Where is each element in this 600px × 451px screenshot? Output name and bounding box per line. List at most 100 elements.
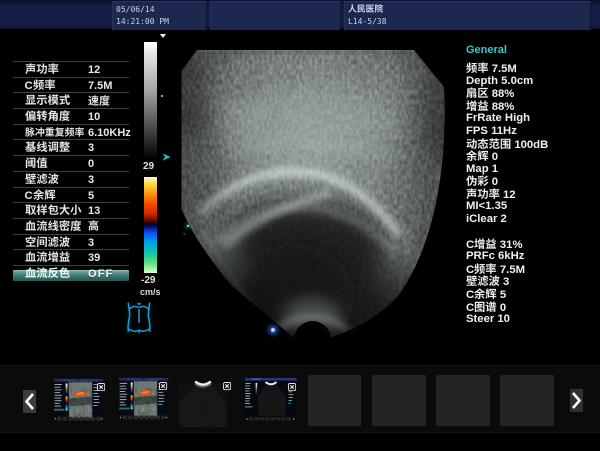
parameter-value bbox=[88, 219, 99, 235]
info-row: iClear 2 bbox=[466, 213, 507, 226]
gray-bar-dot bbox=[161, 95, 164, 98]
parameter-label bbox=[25, 250, 70, 266]
ultrasound-fan-region bbox=[141, 38, 482, 392]
velocity-scale-max: 29 bbox=[143, 161, 154, 172]
x-icon bbox=[97, 383, 105, 391]
info-row: 0 bbox=[466, 175, 498, 188]
parameter-row[interactable]: 3 bbox=[13, 139, 129, 155]
info-row: 0 bbox=[466, 150, 498, 163]
body-marker-icon[interactable] bbox=[125, 301, 153, 335]
info-row: Steer 10 bbox=[466, 313, 510, 326]
parameter-row[interactable]: C5 bbox=[13, 187, 129, 203]
parameter-value: 7.5M bbox=[88, 78, 112, 94]
parameter-row[interactable]: 39 bbox=[13, 249, 129, 265]
parameter-value: 39 bbox=[88, 250, 100, 266]
filmstrip-next-button[interactable] bbox=[570, 389, 583, 412]
parameter-label bbox=[25, 125, 84, 141]
parameter-value bbox=[88, 93, 110, 109]
parameter-row[interactable]: 3 bbox=[13, 171, 129, 187]
x-icon bbox=[288, 383, 296, 391]
parameter-label bbox=[25, 156, 48, 172]
x-icon bbox=[159, 382, 167, 390]
parameter-value: 12 bbox=[88, 62, 100, 78]
parameter-value: 3 bbox=[88, 235, 94, 251]
parameter-row[interactable]: C 7.5M bbox=[13, 77, 129, 93]
time-text: 14:21:00 PM bbox=[116, 17, 169, 26]
info-row: 3 bbox=[466, 275, 509, 288]
parameter-label bbox=[25, 93, 70, 109]
info-row: C 7.5M bbox=[466, 263, 525, 276]
focus-marker-icon bbox=[160, 34, 166, 38]
filmstrip-empty-slot bbox=[436, 375, 490, 426]
parameter-value: 5 bbox=[88, 188, 94, 204]
parameter-row[interactable]: 13 bbox=[13, 202, 129, 218]
velocity-scale-unit: cm/s bbox=[140, 287, 161, 297]
chevron-right-icon bbox=[572, 392, 581, 409]
parameter-label bbox=[25, 219, 82, 235]
color-doppler-bar bbox=[144, 177, 157, 274]
info-row: C 31% bbox=[466, 238, 523, 251]
gain-marker-icon bbox=[162, 153, 171, 161]
parameter-value: 13 bbox=[88, 203, 100, 219]
parameter-label: C bbox=[25, 188, 56, 204]
parameter-label bbox=[25, 62, 59, 78]
info-row: FPS 11Hz bbox=[466, 125, 517, 138]
pointer-dot-core bbox=[272, 329, 274, 331]
info-row: C 0 bbox=[466, 301, 506, 314]
parameter-row[interactable]: 6.10KHz bbox=[13, 124, 129, 140]
info-row: Depth 5.0cm bbox=[466, 75, 533, 88]
parameter-label bbox=[25, 140, 70, 156]
parameter-row[interactable]: 10 bbox=[13, 108, 129, 124]
parameter-value: 3 bbox=[88, 172, 94, 188]
info-row: 88% bbox=[466, 100, 514, 113]
info-row: MI<1.35 bbox=[466, 200, 507, 213]
parameter-row[interactable] bbox=[13, 92, 129, 108]
filmstrip-empty-slot bbox=[308, 375, 362, 426]
filmstrip-prev-button[interactable] bbox=[23, 390, 36, 413]
info-row: 7.5M bbox=[466, 62, 517, 75]
focus-marker-core bbox=[187, 225, 189, 227]
tgc-speck bbox=[184, 233, 186, 235]
filmstrip-empty-slot bbox=[500, 375, 554, 426]
thumbnail-close-button[interactable] bbox=[97, 378, 105, 386]
parameter-value: 10 bbox=[88, 109, 100, 125]
parameter-value: 0 bbox=[88, 156, 94, 172]
parameter-row[interactable] bbox=[13, 218, 129, 234]
parameter-label bbox=[25, 203, 82, 219]
thumbnail-close-button[interactable] bbox=[223, 378, 231, 386]
datetime-panel: 05/06/14 14:21:00 PM bbox=[112, 1, 207, 30]
chevron-left-icon bbox=[25, 393, 34, 410]
info-row: 12 bbox=[466, 188, 516, 201]
parameter-row[interactable]: 0 bbox=[13, 155, 129, 171]
patient-info-panel bbox=[210, 1, 341, 30]
hospital-panel: L14-5/38 bbox=[344, 1, 591, 30]
velocity-scale-min: -29 bbox=[141, 275, 155, 286]
preset-name: General bbox=[466, 44, 507, 56]
thumbnail-close-button[interactable] bbox=[288, 378, 296, 386]
top-status-bar: 05/06/14 14:21:00 PM L14-5/38 bbox=[0, 0, 600, 31]
parameter-value: 6.10KHz bbox=[88, 125, 131, 141]
info-row: Map 1 bbox=[466, 163, 498, 176]
parameter-value: 3 bbox=[88, 140, 94, 156]
date-text: 05/06/14 bbox=[116, 5, 155, 14]
parameter-row[interactable]: 3 bbox=[13, 234, 129, 250]
ultrasound-screen: 05/06/14 14:21:00 PM L14-5/38 12 C 7.5M 106… bbox=[0, 0, 600, 451]
info-row: C 5 bbox=[466, 288, 506, 301]
grayscale-bar bbox=[144, 42, 157, 159]
filmstrip-empty-slot bbox=[372, 375, 426, 426]
parameter-value: OFF bbox=[88, 266, 114, 282]
parameter-row[interactable]: 12 bbox=[13, 61, 129, 77]
thumbnail-close-button[interactable] bbox=[159, 377, 167, 385]
info-row: PRFc 6kHz bbox=[466, 250, 524, 263]
parameter-label bbox=[25, 172, 59, 188]
parameter-label: C bbox=[25, 78, 56, 94]
info-row: FrRate High bbox=[466, 112, 530, 125]
info-row: 100dB bbox=[466, 138, 548, 151]
parameter-row[interactable]: OFF bbox=[13, 265, 129, 281]
info-row: 88% bbox=[466, 87, 514, 100]
thumbnail-filmstrip bbox=[0, 365, 600, 433]
x-icon bbox=[223, 382, 231, 390]
hospital-name bbox=[348, 4, 383, 14]
parameter-label bbox=[25, 109, 70, 125]
parameter-label bbox=[25, 235, 70, 251]
